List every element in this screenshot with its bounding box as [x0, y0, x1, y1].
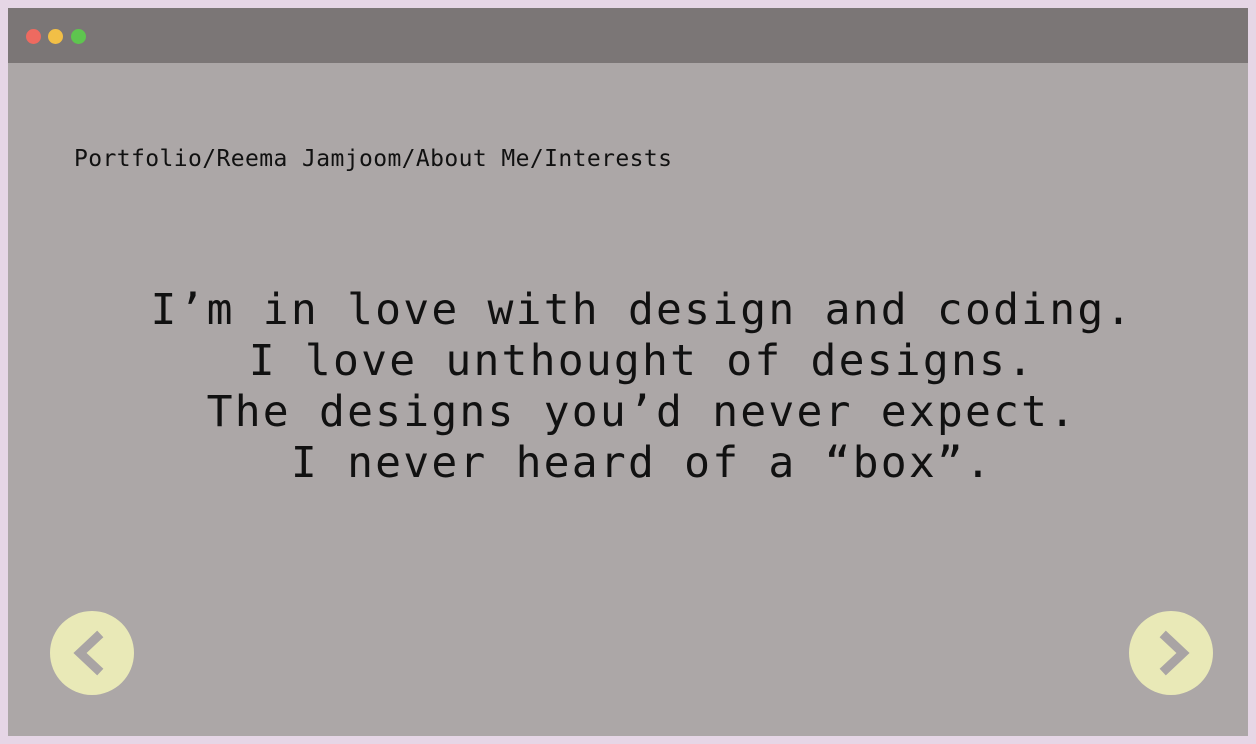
message-line: I never heard of a “box”. — [290, 438, 994, 488]
close-window-button[interactable] — [26, 29, 41, 44]
message-line: I love unthought of designs. — [248, 336, 1036, 386]
previous-page-button[interactable] — [50, 611, 134, 695]
next-page-button[interactable] — [1129, 611, 1213, 695]
chevron-left-icon — [73, 630, 104, 676]
breadcrumb: Portfolio/Reema Jamjoom/About Me/Interes… — [74, 146, 673, 172]
message-line: I’m in love with design and coding. — [150, 285, 1134, 335]
maximize-window-button[interactable] — [71, 29, 86, 44]
message-line: The designs you’d never expect. — [206, 387, 1078, 437]
title-bar — [8, 8, 1248, 63]
interests-message: I’m in love with design and coding. I lo… — [8, 285, 1248, 489]
chevron-right-icon — [1159, 630, 1190, 676]
minimize-window-button[interactable] — [48, 29, 63, 44]
browser-window: Portfolio/Reema Jamjoom/About Me/Interes… — [8, 8, 1248, 736]
